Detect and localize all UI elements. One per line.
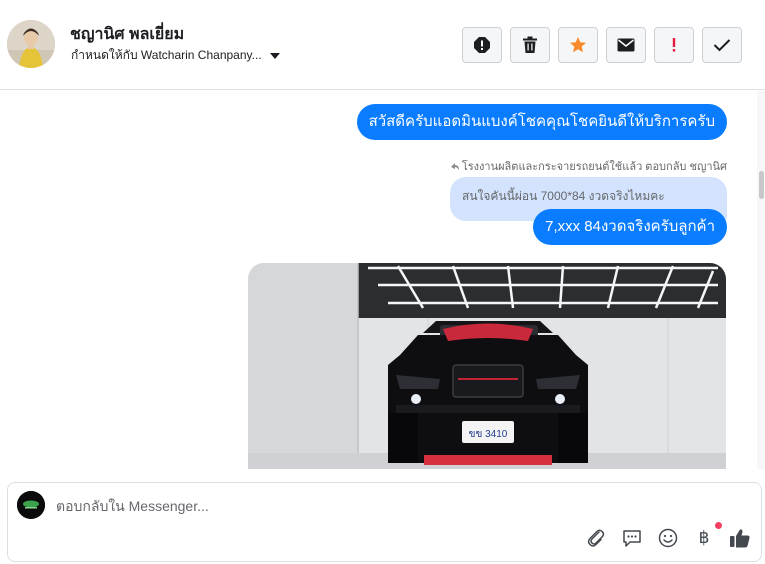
thread-scrollbar-thumb[interactable] bbox=[759, 171, 764, 199]
mark-done-button[interactable] bbox=[702, 27, 742, 63]
reply-caption-text: โรงงานผลิตและกระจายรถยนต์ใช้แล้ว ตอบกลับ… bbox=[461, 161, 727, 173]
page-avatar bbox=[17, 491, 45, 519]
reply-caption: โรงงานผลิตและกระจายรถยนต์ใช้แล้ว ตอบกลับ… bbox=[450, 157, 727, 175]
contact-avatar[interactable] bbox=[7, 20, 55, 68]
chevron-down-icon bbox=[269, 52, 280, 59]
message-bubble-reply: 7,xxx 84งวดจริงครับลูกค้า bbox=[533, 209, 727, 245]
car-photo-attachment[interactable]: ขข 3410 bbox=[248, 263, 726, 469]
conversation-header: ชญานิศ พลเยี่ยม กำหนดให้กับ Watcharin Ch… bbox=[0, 0, 765, 90]
saved-reply-icon bbox=[623, 530, 641, 547]
like-button[interactable] bbox=[729, 527, 751, 549]
like-icon bbox=[730, 529, 750, 548]
message-thread: สวัสดีครับแอดมินแบงค์โชคคุณโชคยินดีให้บร… bbox=[0, 91, 765, 469]
license-plate-text: ขข 3410 bbox=[469, 429, 508, 440]
baht-icon: ฿ bbox=[698, 528, 710, 548]
mark-unread-button[interactable] bbox=[606, 27, 646, 63]
check-icon bbox=[713, 39, 731, 52]
alert-icon bbox=[474, 37, 490, 53]
exclamation-icon bbox=[672, 38, 676, 52]
reply-arrow-icon bbox=[450, 163, 459, 170]
emoji-button[interactable] bbox=[657, 527, 679, 549]
mark-important-button[interactable] bbox=[654, 27, 694, 63]
assigned-to-label: กำหนดให้กับ Watcharin Chanpany... bbox=[71, 48, 262, 62]
message-bubble-greeting: สวัสดีครับแอดมินแบงค์โชคคุณโชคยินดีให้บร… bbox=[356, 104, 727, 140]
mark-spam-button[interactable] bbox=[462, 27, 502, 63]
composer-actions: ฿ bbox=[585, 522, 751, 549]
pickup-truck-image: ขข 3410 bbox=[388, 321, 588, 465]
paperclip-icon bbox=[587, 529, 605, 547]
assignment-dropdown[interactable]: กำหนดให้กับ Watcharin Chanpany... bbox=[71, 46, 280, 65]
emoji-icon bbox=[658, 528, 678, 548]
envelope-icon bbox=[617, 38, 635, 52]
star-icon bbox=[570, 37, 586, 53]
payment-button[interactable]: ฿ bbox=[693, 522, 722, 549]
delete-button[interactable] bbox=[510, 27, 550, 63]
notification-dot bbox=[715, 522, 722, 529]
star-button[interactable] bbox=[558, 27, 598, 63]
reply-input[interactable] bbox=[56, 493, 556, 519]
trash-icon bbox=[523, 36, 537, 53]
contact-name: ชญานิศ พลเยี่ยม bbox=[70, 26, 185, 43]
attach-button[interactable] bbox=[585, 527, 607, 549]
conversation-toolbar bbox=[462, 27, 742, 63]
saved-replies-button[interactable] bbox=[621, 527, 643, 549]
reply-composer: ฿ bbox=[7, 482, 762, 562]
thread-scrollbar[interactable] bbox=[757, 91, 765, 469]
